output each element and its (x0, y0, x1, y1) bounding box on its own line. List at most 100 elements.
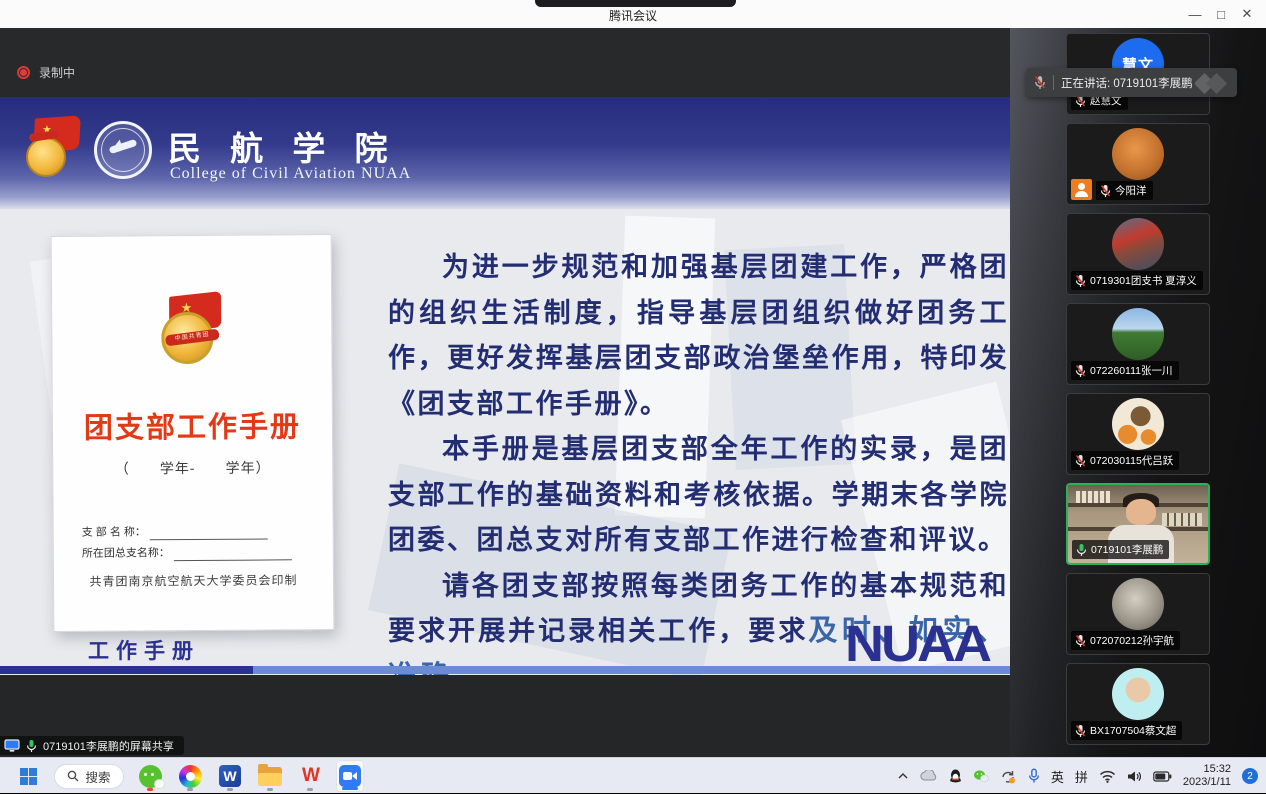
close-button[interactable]: ✕ (1234, 0, 1260, 28)
tray-clock[interactable]: 15:32 2023/1/11 (1183, 763, 1231, 789)
branch-name-label: 支 部 名 称： (82, 524, 146, 540)
slide-body-text: 为进一步规范和加强基层团建工作，严格团的组织生活制度，指导基层团组织做好团务工作… (388, 245, 1009, 675)
participant-tile[interactable]: 0719101李展鹏 (1066, 483, 1210, 565)
tray-battery-icon[interactable] (1153, 771, 1172, 782)
tray-mic-icon[interactable] (1028, 768, 1040, 784)
participant-tile[interactable]: 今阳洋 (1066, 123, 1210, 205)
slide-header-band: ★ 民 航 学 院 College of Civil Aviation NUAA (0, 97, 1010, 209)
tray-wechat-icon[interactable] (973, 769, 989, 783)
college-subtitle: College of Civil Aviation NUAA (170, 165, 411, 183)
window-title: 腾讯会议 (0, 7, 1266, 24)
mic-muted-icon (1034, 75, 1046, 90)
booklet-publisher: 共青团南京航空航天大学委员会印制 (54, 571, 333, 590)
windows-taskbar: 搜索 W W (0, 757, 1266, 793)
booklet-year-line: （ 学年- 学年） (53, 457, 332, 479)
tray-sync-icon[interactable] (1000, 769, 1017, 784)
minimize-button[interactable]: — (1182, 0, 1208, 28)
committee-name-line (174, 548, 292, 561)
watermark-logo (1195, 71, 1235, 95)
participant-name: 0719101李展鹏 (1091, 542, 1163, 557)
maximize-button[interactable]: □ (1208, 0, 1234, 28)
speaking-tooltip: 正在讲话: 0719101李展鹏 (1026, 68, 1237, 97)
mic-live-icon (26, 739, 37, 753)
mic-icon (1075, 634, 1086, 648)
participant-tile[interactable]: BX1707504蔡文超 (1066, 663, 1210, 745)
participant-avatar (1112, 308, 1164, 360)
taskbar-search[interactable]: 搜索 (54, 764, 124, 789)
participant-nameplate: 今阳洋 (1096, 181, 1153, 200)
university-emblem-icon (94, 121, 152, 179)
recording-indicator: 录制中 (17, 64, 75, 81)
notification-badge[interactable]: 2 (1242, 768, 1258, 784)
meeting-hoverbar-handle[interactable] (535, 0, 736, 7)
tray-volume-icon[interactable] (1127, 770, 1142, 783)
participant-avatar (1112, 128, 1164, 180)
participant-nameplate: 072260111张一川 (1071, 361, 1179, 380)
tray-date: 2023/1/11 (1183, 776, 1231, 789)
color-wheel-icon (179, 765, 202, 788)
taskbar-app-wechat[interactable] (136, 760, 164, 792)
tray-cloud-icon[interactable] (920, 770, 938, 782)
participant-name: BX1707504蔡文超 (1090, 723, 1176, 738)
windows-logo-icon (20, 768, 37, 785)
tencent-meeting-window: 腾讯会议 — □ ✕ 录制中 ★ 民 航 学 院 College of Civi… (0, 0, 1266, 793)
tray-time: 15:32 (1183, 763, 1231, 776)
mic-icon (1075, 454, 1086, 468)
participant-tile[interactable]: 072070212孙宇航 (1066, 573, 1210, 655)
participant-tile[interactable]: 0719301团支书 夏淳义 (1066, 213, 1210, 295)
taskbar-app-file-explorer[interactable] (256, 760, 284, 792)
ime-english-indicator[interactable]: 英 (1051, 767, 1064, 786)
shared-screen-slide: ★ 民 航 学 院 College of Civil Aviation NUAA… (0, 97, 1010, 675)
committee-name-label: 所在团总支名称： (82, 545, 170, 562)
slide-caption: 工作手册 (88, 635, 200, 665)
word-icon: W (219, 765, 241, 787)
screen-share-banner: 0719101李展鹏的屏幕共享 (0, 736, 184, 755)
participant-nameplate: 0719101李展鹏 (1072, 540, 1169, 559)
person-badge-icon (1071, 179, 1092, 200)
recording-dot-icon (17, 66, 30, 79)
league-badge-icon: ★ (26, 115, 82, 177)
taskbar-app-tencent-meeting[interactable] (336, 760, 364, 792)
tray-chevron-icon[interactable] (897, 772, 909, 780)
mic-icon (1100, 184, 1111, 198)
branch-name-line (150, 527, 268, 540)
mic-icon (1075, 724, 1086, 738)
participant-avatar (1112, 398, 1164, 450)
participant-sidebar: 慧文 赵慧文 今阳洋 (1010, 28, 1266, 757)
tray-qq-icon[interactable] (949, 769, 962, 784)
tencent-meeting-icon (339, 765, 361, 787)
ime-pinyin-indicator[interactable]: 拼 (1075, 767, 1088, 786)
booklet-title: 团支部工作手册 (53, 403, 332, 447)
league-emblem-icon: ★ 中国共青团 (159, 294, 226, 370)
participant-avatar (1112, 668, 1164, 720)
taskbar-app-color-wheel[interactable] (176, 760, 204, 792)
participant-tile[interactable]: 072030115代吕跃 (1066, 393, 1210, 475)
paragraph-2: 本手册是基层团支部全年工作的实录，是团支部工作的基础资料和考核依据。学期末各学院… (388, 427, 1009, 564)
monitor-share-icon (4, 739, 20, 752)
participant-name: 今阳洋 (1115, 183, 1147, 198)
wechat-icon (139, 765, 162, 788)
start-button[interactable] (14, 760, 42, 792)
participant-tile[interactable]: 072260111张一川 (1066, 303, 1210, 385)
slide-footer-bar-progress (0, 666, 253, 674)
mic-icon (1075, 274, 1086, 288)
mic-icon (1076, 543, 1087, 557)
participant-avatar (1112, 218, 1164, 270)
participant-list: 慧文 赵慧文 今阳洋 (1066, 33, 1210, 753)
file-explorer-icon (258, 767, 282, 786)
participant-nameplate: 072030115代吕跃 (1071, 451, 1179, 470)
participant-avatar (1112, 578, 1164, 630)
tray-wifi-icon[interactable] (1099, 770, 1116, 783)
mic-icon (1075, 364, 1086, 378)
screen-share-label: 0719101李展鹏的屏幕共享 (43, 738, 174, 754)
participant-name: 072070212孙宇航 (1090, 633, 1174, 648)
recording-label: 录制中 (39, 64, 75, 81)
taskbar-app-word[interactable]: W (216, 760, 244, 792)
college-title: 民 航 学 院 (168, 122, 398, 170)
paragraph-1: 为进一步规范和加强基层团建工作，严格团的组织生活制度，指导基层团组织做好团务工作… (388, 245, 1009, 427)
search-label: 搜索 (85, 767, 110, 786)
participant-name: 0719301团支书 夏淳义 (1090, 273, 1197, 288)
booklet-cover: ★ 中国共青团 团支部工作手册 （ 学年- 学年） 支 部 名 称： 所在团总支… (51, 234, 335, 632)
booklet-form: 支 部 名 称： 所在团总支名称： (82, 523, 292, 566)
taskbar-app-wps[interactable]: W (296, 760, 324, 792)
